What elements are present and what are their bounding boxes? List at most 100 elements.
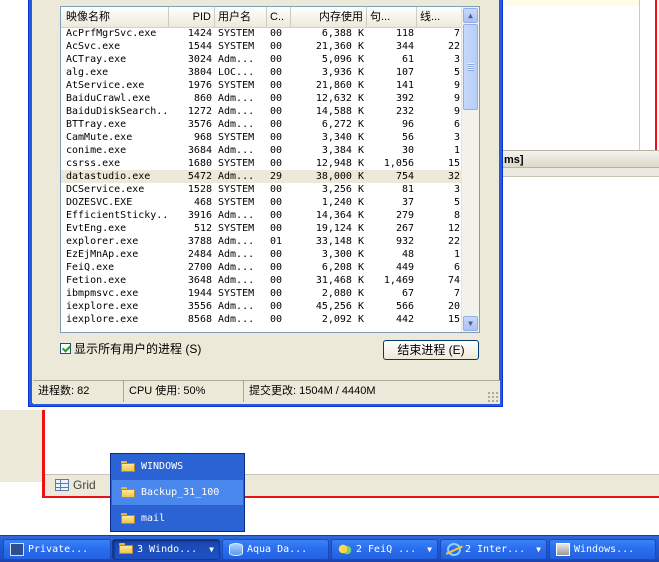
scroll-up-icon[interactable]: ▲ (463, 8, 478, 23)
process-threads: 6 (453, 119, 460, 130)
status-cpu-usage: CPU 使用: 50% (124, 381, 244, 402)
process-threads: 7 (453, 288, 460, 299)
process-cpu: 00 (270, 275, 283, 286)
process-user: Adm... (218, 210, 255, 221)
column-pid[interactable]: PID (169, 7, 215, 27)
taskbar-button-windows-task[interactable]: Windows... (549, 539, 656, 560)
process-row[interactable]: csrss.exe 1680 SYSTEM 00 12,948 K 1,056 15 (61, 157, 463, 170)
grid-icon (55, 479, 69, 491)
process-row[interactable]: iexplore.exe 8568 Adm... 00 2,092 K 442 15 (61, 313, 463, 326)
column-threads[interactable]: 线... (417, 7, 463, 27)
show-all-users-label: 显示所有用户的进程 (S) (74, 342, 202, 356)
process-mem: 3,300 K (321, 249, 364, 260)
taskbar-button-ie-group[interactable]: 2 Inter... ▼ (440, 539, 547, 560)
process-pid: 1944 (187, 288, 212, 299)
process-image-name: ACTray.exe (66, 54, 127, 65)
process-row[interactable]: AcSvc.exe 1544 SYSTEM 00 21,360 K 344 22 (61, 40, 463, 53)
process-row[interactable]: EzEjMnAp.exe 2484 Adm... 00 3,300 K 48 1 (61, 248, 463, 261)
task-manager-body: 映像名称 PID 用户名 C.. 内存使用 句... 线... AcPrfMgr… (33, 0, 500, 404)
popup-item-windows[interactable]: WINDOWS (112, 454, 243, 479)
popup-item-mail[interactable]: mail (112, 506, 243, 531)
process-user: Adm... (218, 106, 255, 117)
process-cpu: 29 (270, 171, 283, 182)
scroll-thumb[interactable] (463, 24, 478, 110)
process-cpu: 00 (270, 28, 283, 39)
process-row[interactable]: FeiQ.exe 2700 Adm... 00 6,208 K 449 6 (61, 261, 463, 274)
process-row[interactable]: CamMute.exe 968 SYSTEM 00 3,340 K 56 3 (61, 131, 463, 144)
column-image-name[interactable]: 映像名称 (61, 7, 169, 27)
process-row[interactable]: Fetion.exe 3648 Adm... 00 31,468 K 1,469 74 (61, 274, 463, 287)
process-row[interactable]: ACTray.exe 3024 Adm... 00 5,096 K 61 3 (61, 53, 463, 66)
process-row[interactable]: datastudio.exe 5472 Adm... 29 38,000 K 754 32 (61, 170, 463, 183)
process-mem: 12,948 K (315, 158, 364, 169)
end-process-button[interactable]: 结束进程 (E) (383, 340, 479, 360)
process-handles: 392 (395, 93, 414, 104)
process-user: Adm... (218, 275, 255, 286)
popup-item-label: Backup_31_100 (141, 487, 220, 498)
process-user: SYSTEM (218, 184, 255, 195)
editor-margin (500, 0, 640, 6)
process-row[interactable]: EfficientSticky... 3916 Adm... 00 14,364 K 27… (61, 209, 463, 222)
process-cpu: 00 (270, 54, 283, 65)
taskbar-button-feiq-group[interactable]: 2 FeiQ ... ▼ (331, 539, 438, 560)
process-row[interactable]: AtService.exe 1976 SYSTEM 00 21,860 K 141 9 (61, 79, 463, 92)
process-pid: 2700 (187, 262, 212, 273)
column-handles[interactable]: 句... (367, 7, 417, 27)
process-row[interactable]: alg.exe 3804 LOC... 00 3,936 K 107 5 (61, 66, 463, 79)
popup-item-backup[interactable]: Backup_31_100 (112, 480, 243, 505)
process-image-name: BaiduCrawl.exe (66, 93, 151, 104)
process-handles: 61 (401, 54, 414, 65)
process-cpu: 00 (270, 184, 283, 195)
scroll-down-icon[interactable]: ▼ (463, 316, 478, 331)
process-image-name: EfficientSticky... (66, 210, 169, 221)
group-arrow-icon: ▼ (427, 545, 432, 554)
process-mem: 12,632 K (315, 93, 364, 104)
process-row[interactable]: DOZESVC.EXE 468 SYSTEM 00 1,240 K 37 5 (61, 196, 463, 209)
process-cpu: 00 (270, 314, 283, 325)
process-threads: 1 (453, 145, 460, 156)
taskbar-button-windows-group[interactable]: 3 Windo... ▼ (112, 539, 220, 560)
process-handles: 1,056 (383, 158, 414, 169)
process-threads: 3 (453, 184, 460, 195)
process-pid: 1424 (187, 28, 212, 39)
process-user: Adm... (218, 249, 255, 260)
resize-grip-icon[interactable] (487, 391, 498, 402)
process-list-scrollbar[interactable]: ▲ ▼ (461, 7, 479, 332)
process-cpu: 00 (270, 249, 283, 260)
grid-tab[interactable]: Grid (55, 476, 96, 494)
process-row[interactable]: conime.exe 3684 Adm... 00 3,384 K 30 1 (61, 144, 463, 157)
process-row[interactable]: EvtEng.exe 512 SYSTEM 00 19,124 K 267 12 (61, 222, 463, 235)
process-user: SYSTEM (218, 80, 255, 91)
process-cpu: 00 (270, 262, 283, 273)
process-pid: 3916 (187, 210, 212, 221)
column-cpu[interactable]: C.. (267, 7, 291, 27)
popup-item-label: mail (141, 513, 166, 524)
process-row[interactable]: AcPrfMgrSvc.exe 1424 SYSTEM 00 6,388 K 118 7 (61, 27, 463, 40)
taskbar-button-aqua[interactable]: Aqua Da... (222, 539, 329, 560)
show-all-users-checkbox[interactable]: 显示所有用户的进程 (S) (60, 340, 201, 357)
panel-header[interactable]: ms] (500, 150, 659, 168)
process-row[interactable]: DCService.exe 1528 SYSTEM 00 3,256 K 81 3 (61, 183, 463, 196)
process-mem: 3,384 K (321, 145, 364, 156)
taskbar-button-private[interactable]: Private... (3, 539, 111, 560)
process-handles: 232 (395, 106, 414, 117)
process-pid: 3024 (187, 54, 212, 65)
taskbar-button-label: Windows... (574, 544, 635, 555)
process-row[interactable]: explorer.exe 3788 Adm... 01 33,148 K 932 22 (61, 235, 463, 248)
process-row[interactable]: ibmpmsvc.exe 1944 SYSTEM 00 2,080 K 67 7 (61, 287, 463, 300)
process-row[interactable]: iexplore.exe 3556 Adm... 00 45,256 K 566 20 (61, 300, 463, 313)
process-cpu: 00 (270, 106, 283, 117)
process-pid: 1976 (187, 80, 212, 91)
column-user-name[interactable]: 用户名 (215, 7, 267, 27)
panel-splitter[interactable] (500, 168, 659, 177)
column-mem-usage[interactable]: 内存使用 (291, 7, 367, 27)
process-row[interactable]: BaiduDiskSearch... 1272 Adm... 00 14,588 K 23… (61, 105, 463, 118)
process-pid: 968 (193, 132, 212, 143)
process-row[interactable]: BTTray.exe 3576 Adm... 00 6,272 K 96 6 (61, 118, 463, 131)
process-handles: 118 (395, 28, 414, 39)
process-list[interactable]: 映像名称 PID 用户名 C.. 内存使用 句... 线... AcPrfMgr… (60, 6, 480, 333)
checkbox-checked-icon[interactable] (60, 343, 71, 354)
process-row[interactable]: BaiduCrawl.exe 860 Adm... 00 12,632 K 392 9 (61, 92, 463, 105)
process-handles: 566 (395, 301, 414, 312)
process-mem: 19,124 K (315, 223, 364, 234)
